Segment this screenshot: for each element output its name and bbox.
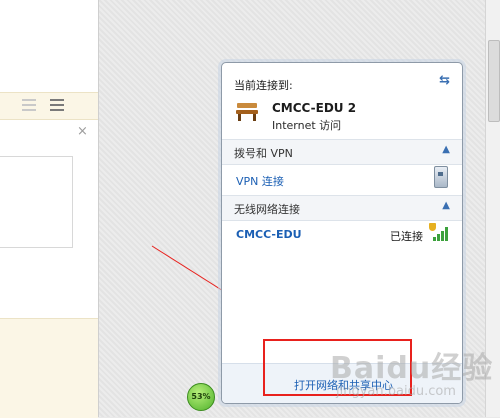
refresh-icon[interactable]: ⇆ [439,73,450,88]
wireless-section[interactable]: 无线网络连接 ▲ [222,195,462,221]
section-title: 无线网络连接 [234,203,300,216]
dialup-vpn-section[interactable]: 拨号和 VPN ▲ [222,139,462,165]
collapse-caret-icon[interactable]: ▲ [442,200,450,211]
current-network-access: Internet 访问 [272,119,342,132]
watermark-url: jingyan.baidu.com [336,384,456,399]
section-title: 拨号和 VPN [234,147,293,160]
vpn-connection-link[interactable]: VPN 连接 [236,173,284,189]
collapse-caret-icon[interactable]: ▲ [442,144,450,155]
network-bench-icon [236,101,258,121]
watermark: Baidu经验 [330,351,494,386]
progress-badge[interactable]: 53% [187,383,215,411]
current-network-name: CMCC-EDU 2 [272,101,357,115]
current-connection-header: 当前连接到: [234,79,293,92]
wifi-signal-icon [429,223,449,241]
wireless-network-name[interactable]: CMCC-EDU [236,228,302,241]
connection-status: 已连接 [390,230,423,243]
vpn-device-icon [434,166,448,188]
